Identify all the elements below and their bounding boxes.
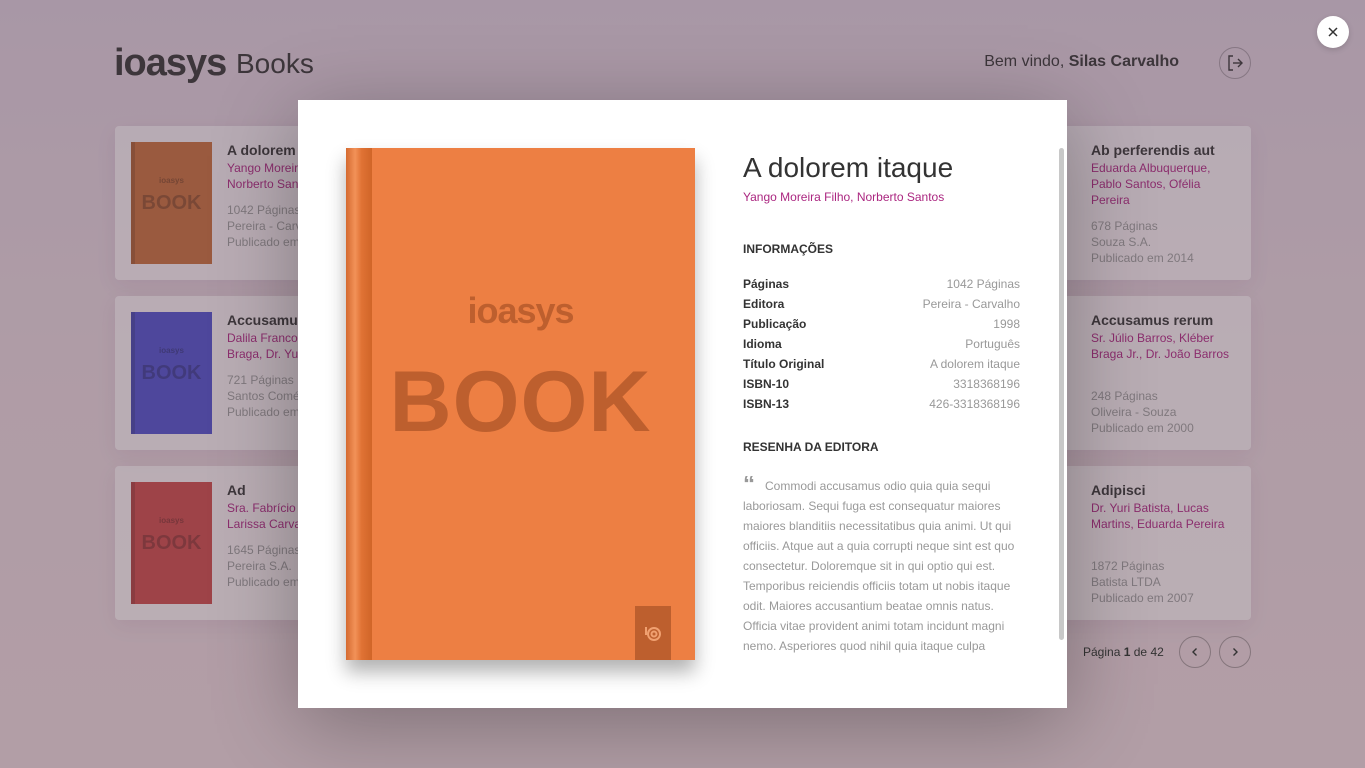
publisher-review: “Commodi accusamus odio quia quia sequi … xyxy=(743,476,1020,660)
cover-book-text: BOOK xyxy=(389,354,652,450)
info-row-pages: Páginas 1042 Páginas xyxy=(743,277,1020,291)
prev-page-button[interactable] xyxy=(1179,636,1211,668)
ioasys-emblem-icon xyxy=(645,627,661,641)
info-row-published: Publicação 1998 xyxy=(743,317,1020,331)
pagination-text: Página 1 de 42 xyxy=(1083,645,1164,659)
review-text: Commodi accusamus odio quia quia sequi l… xyxy=(743,479,1015,653)
chevron-left-icon xyxy=(1192,648,1197,656)
book-details-modal: ioasys BOOK A dolorem itaque Yango Morei… xyxy=(298,100,1067,708)
info-row-original-title: Título Original A dolorem itaque xyxy=(743,357,1020,371)
book-title: A dolorem itaque xyxy=(743,152,954,183)
review-heading: RESENHA DA EDITORA xyxy=(743,440,879,454)
book-cover-large: ioasys BOOK xyxy=(346,148,695,660)
info-row-isbn10: ISBN-10 3318368196 xyxy=(743,377,1020,391)
info-row-language: Idioma Português xyxy=(743,337,1020,351)
close-icon xyxy=(1328,27,1338,37)
book-authors: Yango Moreira Filho, Norberto Santos xyxy=(743,190,945,204)
info-row-isbn13: ISBN-13 426-3318368196 xyxy=(743,397,1020,411)
modal-scrollbar[interactable] xyxy=(1059,148,1064,640)
book-details: A dolorem itaque Yango Moreira Filho, No… xyxy=(743,152,1020,660)
close-modal-button[interactable] xyxy=(1317,16,1349,48)
info-list: Páginas 1042 Páginas Editora Pereira - Car… xyxy=(743,276,1020,416)
current-page: 1 xyxy=(1123,645,1131,659)
info-row-publisher: Editora Pereira - Carvalho xyxy=(743,297,1020,311)
chevron-right-icon xyxy=(1233,648,1238,656)
next-page-button[interactable] xyxy=(1219,636,1251,668)
total-pages: 42 xyxy=(1150,645,1164,659)
cover-logo: ioasys xyxy=(467,290,574,331)
info-heading: INFORMAÇÕES xyxy=(743,242,833,256)
quote-icon: “ xyxy=(743,476,755,498)
cover-emblem xyxy=(635,606,671,660)
